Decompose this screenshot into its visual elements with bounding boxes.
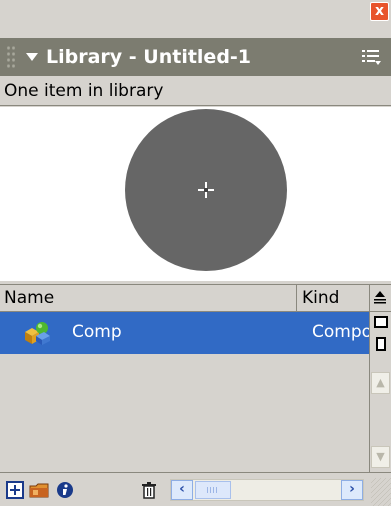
collapse-arrow-icon[interactable] xyxy=(26,53,38,61)
item-name: Comp xyxy=(72,322,122,342)
sort-order-icon xyxy=(374,291,386,304)
column-divider[interactable] xyxy=(296,285,297,311)
list-side-strip: ▲ ▼ xyxy=(369,312,391,472)
options-menu-icon[interactable] xyxy=(361,47,381,67)
item-count-status: One item in library xyxy=(0,76,391,106)
scroll-down-button[interactable]: ▼ xyxy=(371,446,390,468)
component-icon xyxy=(25,322,50,345)
close-button[interactable]: x xyxy=(370,2,389,21)
item-kind: Component xyxy=(312,322,369,342)
sort-order-button[interactable] xyxy=(369,285,391,311)
scroll-right-button[interactable]: › xyxy=(341,480,363,500)
wide-state-button[interactable] xyxy=(374,316,388,328)
panel-grip-icon[interactable] xyxy=(6,45,16,69)
preview-canvas xyxy=(125,109,287,271)
resize-grip[interactable] xyxy=(371,478,391,506)
column-kind-header[interactable]: Kind xyxy=(302,288,339,308)
properties-icon[interactable] xyxy=(56,481,74,499)
scroll-up-button[interactable]: ▲ xyxy=(371,372,390,394)
library-toolbar: ‹ › xyxy=(0,472,391,506)
column-header: Name Kind xyxy=(0,284,391,312)
column-name-header[interactable]: Name xyxy=(4,288,54,308)
new-folder-icon[interactable] xyxy=(28,481,50,499)
panel-header[interactable]: Library - Untitled-1 xyxy=(0,38,391,76)
scroll-thumb[interactable] xyxy=(195,481,231,499)
new-symbol-icon[interactable] xyxy=(6,481,24,499)
list-item[interactable]: Comp Component xyxy=(0,312,369,354)
window-titlebar: x xyxy=(0,0,391,38)
horizontal-scrollbar[interactable]: ‹ › xyxy=(170,479,364,501)
library-item-list: Comp Component xyxy=(0,312,369,472)
narrow-state-button[interactable] xyxy=(376,337,386,351)
delete-icon[interactable] xyxy=(140,481,158,499)
symbol-preview xyxy=(0,107,391,281)
panel-title: Library - Untitled-1 xyxy=(46,46,252,68)
scroll-left-button[interactable]: ‹ xyxy=(171,480,193,500)
